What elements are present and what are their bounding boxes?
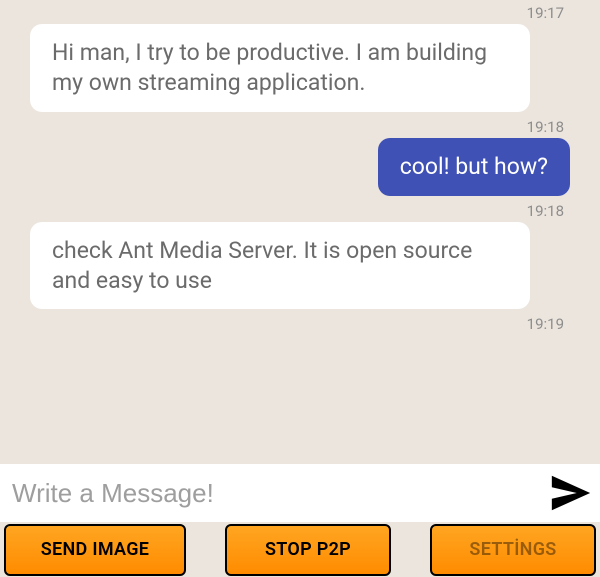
timestamp-row: 19:17 [10, 0, 590, 24]
settings-button[interactable]: SETTİNGS [430, 524, 596, 576]
chat-area: 19:17 Hi man, I try to be productive. I … [0, 0, 600, 335]
stop-p2p-button[interactable]: STOP P2P [225, 524, 391, 576]
timestamp: 19:19 [527, 315, 564, 333]
message-row-incoming: Hi man, I try to be productive. I am bui… [10, 24, 590, 114]
timestamp: 19:18 [527, 118, 564, 136]
send-icon [548, 470, 594, 516]
message-bubble: check Ant Media Server. It is open sourc… [30, 222, 530, 310]
timestamp-row: 19:19 [10, 311, 590, 335]
timestamp-row: 19:18 [10, 198, 590, 222]
timestamp: 19:18 [527, 202, 564, 220]
send-button[interactable] [542, 464, 600, 522]
button-bar: SEND IMAGE STOP P2P SETTİNGS [0, 522, 600, 577]
message-row-outgoing: cool! but how? [10, 138, 590, 198]
timestamp-row: 19:18 [10, 114, 590, 138]
message-bubble: Hi man, I try to be productive. I am bui… [30, 24, 530, 112]
composer [0, 464, 600, 522]
send-image-button[interactable]: SEND IMAGE [4, 524, 186, 576]
timestamp: 19:17 [527, 4, 564, 22]
message-bubble: cool! but how? [378, 138, 570, 196]
message-row-incoming: check Ant Media Server. It is open sourc… [10, 222, 590, 312]
message-input[interactable] [0, 464, 542, 522]
